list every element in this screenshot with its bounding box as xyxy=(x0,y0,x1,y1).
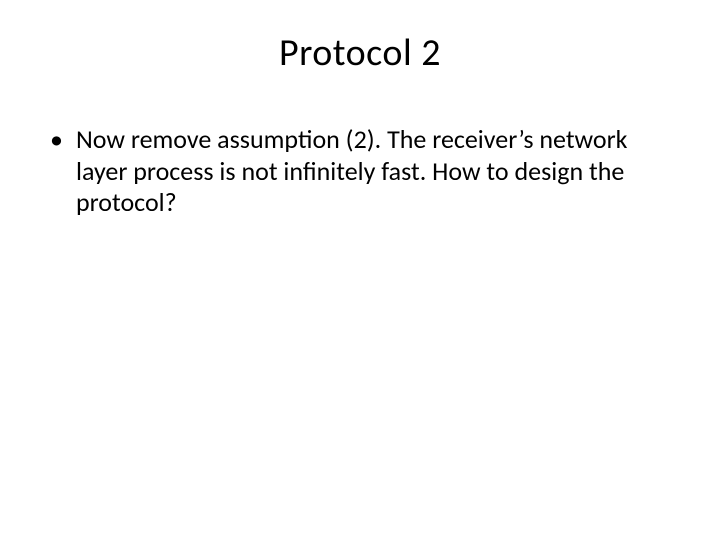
slide-title: Protocol 2 xyxy=(36,30,684,76)
bullet-list: Now remove assumption (2). The receiver’… xyxy=(36,124,684,219)
bullet-item: Now remove assumption (2). The receiver’… xyxy=(48,124,684,219)
slide-container: Protocol 2 Now remove assumption (2). Th… xyxy=(0,0,720,540)
